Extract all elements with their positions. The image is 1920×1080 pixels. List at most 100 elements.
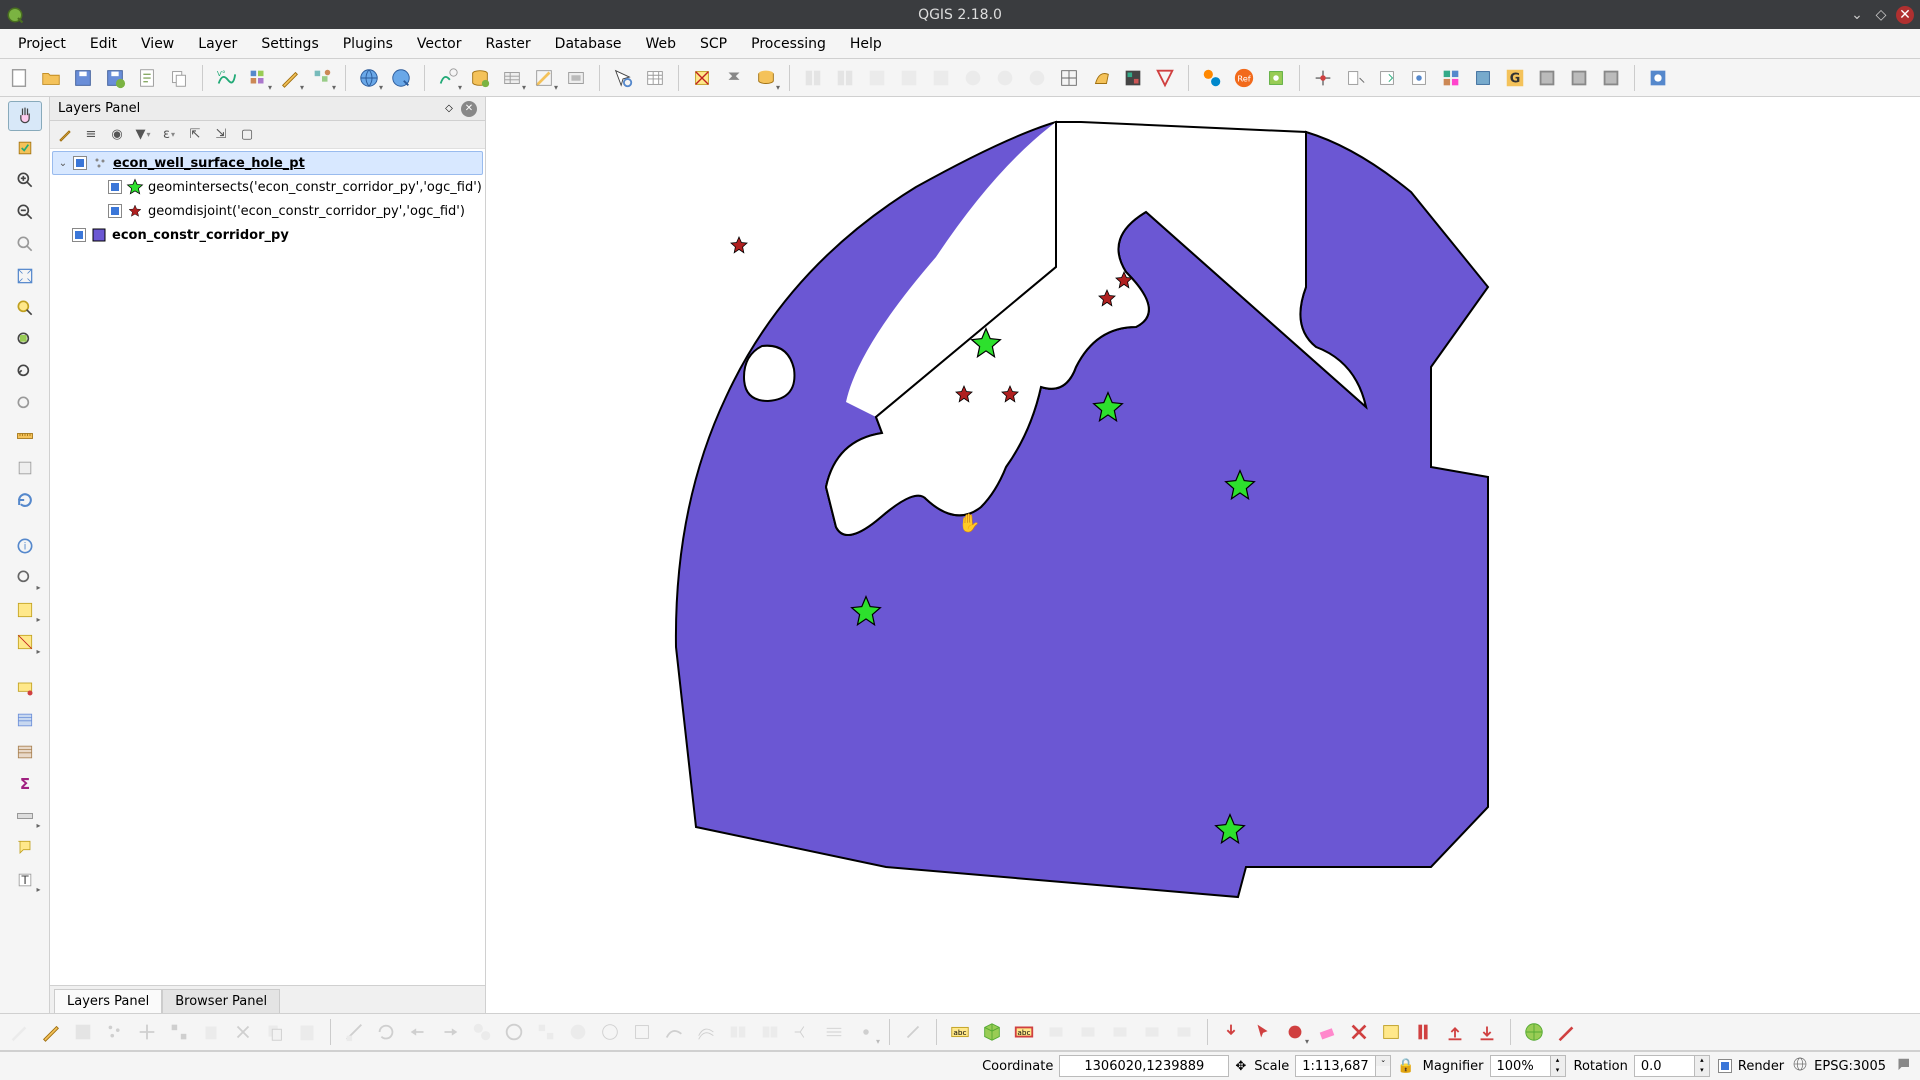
statistics-button[interactable] bbox=[8, 705, 42, 735]
layer-rule-disjoint[interactable]: geomdisjoint('econ_constr_corridor_py','… bbox=[88, 199, 483, 223]
show-labels-icon[interactable] bbox=[1073, 1017, 1103, 1047]
split-parts-icon[interactable] bbox=[755, 1017, 785, 1047]
zoom-native-button[interactable] bbox=[8, 229, 42, 259]
window-maximize-button[interactable]: ◇ bbox=[1872, 6, 1890, 24]
move-label-icon[interactable] bbox=[1105, 1017, 1135, 1047]
edit-feature-button[interactable] bbox=[275, 63, 305, 93]
merge-features-icon[interactable] bbox=[787, 1017, 817, 1047]
zoom-next-button[interactable] bbox=[8, 389, 42, 419]
magnifier-input[interactable] bbox=[1490, 1055, 1550, 1077]
add-wfs-layer-button[interactable] bbox=[386, 63, 416, 93]
scatter-plot-icon[interactable] bbox=[1150, 63, 1180, 93]
preprocessing-icon[interactable] bbox=[1118, 63, 1148, 93]
collapse-all-icon[interactable]: ⇲ bbox=[212, 126, 230, 144]
zoom-to-selection-button[interactable] bbox=[8, 293, 42, 323]
open-attribute-table-button[interactable] bbox=[640, 63, 670, 93]
label-highlight-icon[interactable]: abc bbox=[1009, 1017, 1039, 1047]
cad-tools-icon[interactable] bbox=[339, 1017, 369, 1047]
cut-features-icon[interactable] bbox=[228, 1017, 258, 1047]
composer-manager-button[interactable] bbox=[164, 63, 194, 93]
reshape-icon[interactable] bbox=[659, 1017, 689, 1047]
topology-checker-button[interactable] bbox=[830, 63, 860, 93]
scale-input[interactable] bbox=[1295, 1055, 1375, 1077]
zoom-tool-icon[interactable] bbox=[1340, 63, 1370, 93]
scp-export-icon[interactable] bbox=[1472, 1017, 1502, 1047]
add-ring-icon[interactable] bbox=[499, 1017, 529, 1047]
menu-database[interactable]: Database bbox=[543, 33, 634, 55]
add-delimited-text-button[interactable] bbox=[529, 63, 559, 93]
3d-cube-icon[interactable] bbox=[977, 1017, 1007, 1047]
scp-import-icon[interactable] bbox=[1440, 1017, 1470, 1047]
change-label-icon[interactable] bbox=[1169, 1017, 1199, 1047]
tree-expand-icon[interactable]: ⌄ bbox=[57, 158, 69, 169]
rotate-point-icon[interactable] bbox=[851, 1017, 881, 1047]
grid-icon[interactable] bbox=[1054, 63, 1084, 93]
delete-part-icon[interactable] bbox=[627, 1017, 657, 1047]
identify-features-button[interactable]: i bbox=[8, 531, 42, 561]
annotation-button[interactable] bbox=[8, 833, 42, 863]
layer-styling-button[interactable] bbox=[751, 63, 781, 93]
layer-row-surface-hole[interactable]: ⌄ econ_well_surface_hole_pt bbox=[52, 151, 483, 175]
menu-edit[interactable]: Edit bbox=[78, 33, 129, 55]
fill-ring-icon[interactable] bbox=[563, 1017, 593, 1047]
refresh-button[interactable] bbox=[8, 485, 42, 515]
text-annotation-button[interactable]: T bbox=[8, 865, 42, 895]
menu-processing[interactable]: Processing bbox=[739, 33, 838, 55]
identify-button[interactable] bbox=[608, 63, 638, 93]
add-spatialite-button[interactable] bbox=[497, 63, 527, 93]
scp-pointer-icon[interactable] bbox=[1248, 1017, 1278, 1047]
toggle-editing-icon[interactable] bbox=[36, 1017, 66, 1047]
raster-tool2-icon[interactable] bbox=[1564, 63, 1594, 93]
scale-dropdown-icon[interactable]: ⌄ bbox=[1376, 1056, 1390, 1066]
scp-edit-icon[interactable] bbox=[1551, 1017, 1581, 1047]
add-vector-layer-button[interactable]: V° bbox=[211, 63, 241, 93]
menu-raster[interactable]: Raster bbox=[474, 33, 543, 55]
spin-up-icon[interactable]: ▴ bbox=[1551, 1056, 1565, 1066]
zoom-to-layer-button[interactable] bbox=[8, 325, 42, 355]
field-calc-button[interactable] bbox=[8, 737, 42, 767]
snapping-tool-button[interactable] bbox=[862, 63, 892, 93]
menu-settings[interactable]: Settings bbox=[249, 33, 330, 55]
menu-vector[interactable]: Vector bbox=[405, 33, 474, 55]
map-tips-button[interactable] bbox=[8, 673, 42, 703]
style-manager-icon[interactable] bbox=[56, 126, 74, 144]
label-tool-icon[interactable]: abc bbox=[945, 1017, 975, 1047]
tool3-icon[interactable] bbox=[958, 63, 988, 93]
save-edits-icon[interactable] bbox=[68, 1017, 98, 1047]
map-canvas[interactable]: ✋ bbox=[486, 97, 1920, 1013]
messages-icon[interactable] bbox=[1894, 1055, 1912, 1077]
measure-area-button[interactable] bbox=[8, 453, 42, 483]
add-group-icon[interactable]: ≡ bbox=[82, 126, 100, 144]
tool4-icon[interactable] bbox=[990, 63, 1020, 93]
move-feature-icon[interactable] bbox=[132, 1017, 162, 1047]
show-bookmarks-icon[interactable] bbox=[1404, 63, 1434, 93]
window-minimize-button[interactable]: ⌄ bbox=[1848, 6, 1866, 24]
new-project-button[interactable] bbox=[4, 63, 34, 93]
merge-attrs-icon[interactable] bbox=[819, 1017, 849, 1047]
layers-tree[interactable]: ⌄ econ_well_surface_hole_pt geomintersec… bbox=[50, 149, 485, 985]
pan-tool-button[interactable] bbox=[8, 101, 42, 131]
filter-legend-icon[interactable]: ▼ bbox=[134, 126, 152, 144]
menu-project[interactable]: Project bbox=[6, 33, 78, 55]
offset-point-icon[interactable] bbox=[898, 1017, 928, 1047]
crs-label[interactable]: EPSG:3005 bbox=[1814, 1059, 1886, 1074]
tab-browser-panel[interactable]: Browser Panel bbox=[162, 989, 280, 1013]
tool2-icon[interactable] bbox=[926, 63, 956, 93]
select-by-expression-button[interactable] bbox=[8, 595, 42, 625]
split-features-icon[interactable] bbox=[723, 1017, 753, 1047]
menu-scp[interactable]: SCP bbox=[688, 33, 739, 55]
add-feature-button[interactable] bbox=[307, 63, 337, 93]
measure-tool-button[interactable] bbox=[8, 801, 42, 831]
deselect-all-button[interactable] bbox=[8, 627, 42, 657]
paste-features-icon[interactable] bbox=[292, 1017, 322, 1047]
rule-visibility-checkbox[interactable] bbox=[108, 180, 122, 194]
crs-globe-icon[interactable] bbox=[1792, 1056, 1808, 1076]
tab-layers-panel[interactable]: Layers Panel bbox=[54, 989, 162, 1013]
copy-features-icon[interactable] bbox=[260, 1017, 290, 1047]
undo-icon[interactable] bbox=[403, 1017, 433, 1047]
measure-button[interactable] bbox=[8, 421, 42, 451]
layer-rule-intersects[interactable]: geomintersects('econ_constr_corridor_py'… bbox=[88, 175, 483, 199]
remove-layer-button[interactable] bbox=[719, 63, 749, 93]
plugin-tool-icon[interactable] bbox=[1261, 63, 1291, 93]
coordinate-input[interactable] bbox=[1059, 1055, 1229, 1077]
